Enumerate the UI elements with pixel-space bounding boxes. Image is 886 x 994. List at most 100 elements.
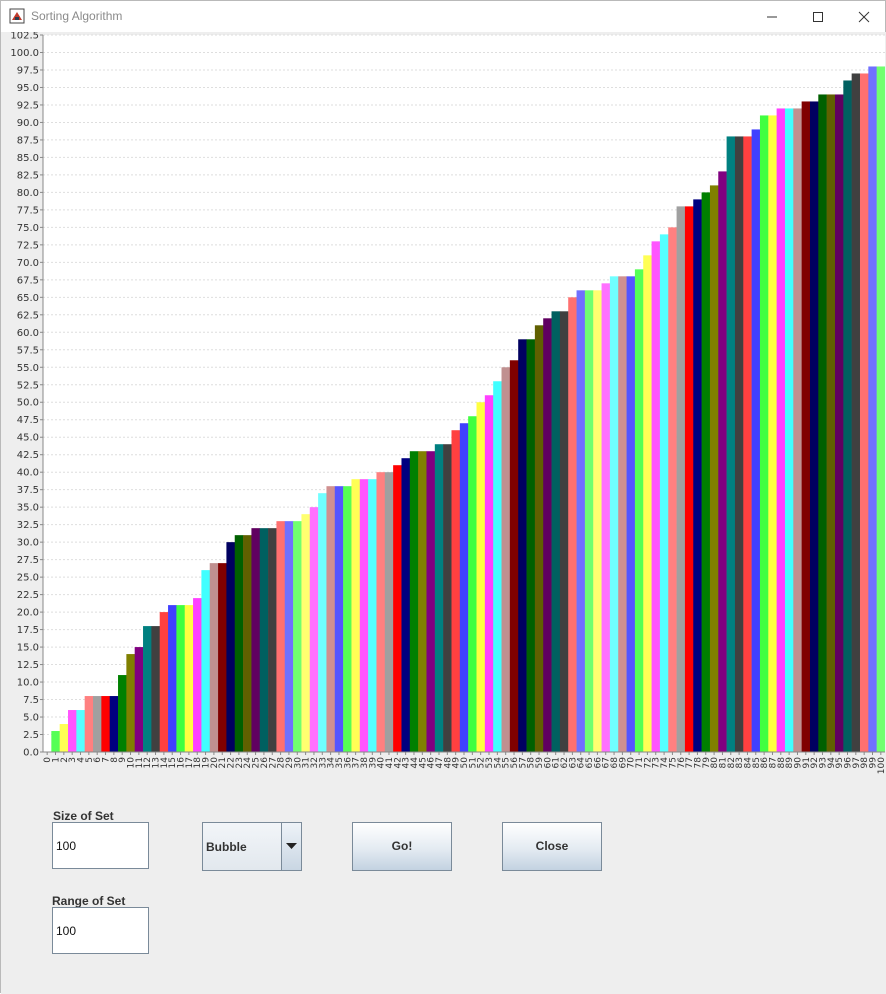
y-tick-label: 67.5 (17, 275, 39, 286)
bar (459, 423, 469, 752)
bar (593, 290, 602, 752)
bar (76, 710, 85, 752)
bar-chart: 0.0 2.5 5.0 7.5 10.0 12.5 15.0 17.5 20.0 22.5 25.0… (10, 31, 886, 775)
bar (84, 696, 94, 752)
bar (859, 73, 869, 753)
y-tick-label: 52.5 (17, 380, 39, 391)
x-tick-label: 100 (877, 757, 885, 774)
bar (776, 108, 786, 752)
bar (601, 283, 611, 752)
size-of-set-input[interactable] (52, 822, 149, 869)
minimize-button[interactable] (749, 1, 795, 32)
y-tick-label: 5.0 (23, 713, 39, 724)
y-tick-label: 2.5 (23, 730, 39, 741)
bar (93, 696, 102, 752)
bar (634, 269, 644, 752)
bar (809, 101, 819, 752)
close-button[interactable]: Close (502, 822, 602, 871)
bar (718, 171, 727, 752)
bar (118, 675, 127, 752)
y-tick-label: 12.5 (17, 660, 39, 671)
bar (726, 136, 736, 752)
y-tick-label: 92.5 (17, 100, 39, 111)
bar (309, 507, 319, 752)
bar (768, 115, 777, 752)
bar (684, 206, 694, 752)
bar (534, 325, 544, 752)
triangle-down-icon (286, 843, 297, 849)
bar (693, 199, 702, 752)
bar (301, 514, 311, 752)
bar (426, 451, 436, 752)
minimize-icon (767, 16, 777, 18)
y-tick-label: 7.5 (23, 695, 39, 706)
maximize-icon (813, 12, 823, 22)
bar (409, 451, 419, 752)
bar (226, 542, 236, 752)
y-tick-label: 62.5 (17, 310, 39, 321)
bar (484, 395, 494, 752)
y-tick-label: 77.5 (17, 205, 39, 216)
range-of-set-label: Range of Set (52, 894, 126, 908)
bar (826, 94, 836, 752)
bar (201, 570, 211, 752)
bar (109, 696, 119, 752)
bar (434, 444, 444, 752)
y-tick-label: 60.0 (17, 328, 39, 339)
y-tick-label: 35.0 (17, 503, 39, 514)
bar (868, 66, 877, 753)
bar (243, 535, 252, 752)
y-tick-label: 75.0 (17, 223, 39, 234)
bar (759, 115, 769, 752)
close-icon (858, 11, 870, 23)
bar (159, 612, 169, 752)
y-tick-label: 95.0 (17, 83, 39, 94)
go-button[interactable]: Go! (352, 822, 452, 871)
maximize-button[interactable] (795, 1, 841, 32)
bar (584, 290, 594, 752)
bar (701, 192, 711, 752)
bar (376, 472, 386, 752)
y-tick-label: 65.0 (17, 293, 39, 304)
bar (401, 458, 411, 752)
bar (268, 528, 277, 752)
y-tick-label: 20.0 (17, 608, 39, 619)
y-tick-label: 15.0 (17, 643, 39, 654)
bar (609, 276, 619, 752)
bar (126, 654, 136, 752)
bar (276, 521, 286, 752)
y-tick-label: 37.5 (17, 485, 39, 496)
bar (851, 73, 861, 753)
bar (184, 605, 194, 752)
y-tick-label: 102.5 (10, 32, 39, 42)
bar (559, 311, 569, 752)
bar (318, 493, 327, 752)
bar (293, 521, 302, 752)
control-panel (1, 784, 886, 994)
title-bar[interactable]: Sorting Algorithm (1, 1, 885, 32)
y-tick-label: 25.0 (17, 573, 39, 584)
algorithm-select[interactable]: Bubble (202, 822, 302, 871)
bar (393, 465, 402, 752)
bar (468, 416, 477, 752)
bar (476, 402, 486, 752)
bar (626, 276, 636, 752)
bar (284, 521, 294, 752)
bar (176, 605, 186, 752)
dropdown-arrow-button[interactable] (281, 823, 301, 870)
close-window-button[interactable] (841, 1, 886, 32)
bar (384, 472, 394, 752)
bar (743, 136, 752, 752)
bar (651, 241, 661, 753)
chart-area: 0.0 2.5 5.0 7.5 10.0 12.5 15.0 17.5 20.0 22.5 25.0… (1, 31, 886, 784)
range-of-set-input[interactable] (52, 907, 149, 954)
bar (818, 94, 827, 752)
y-tick-label: 80.0 (17, 188, 39, 199)
y-tick-label: 47.5 (17, 415, 39, 426)
bar (443, 444, 452, 752)
bar (784, 108, 794, 752)
algorithm-selected-value: Bubble (206, 840, 247, 854)
y-tick-label: 10.0 (17, 678, 39, 689)
bar (334, 486, 344, 752)
bar (193, 598, 202, 752)
